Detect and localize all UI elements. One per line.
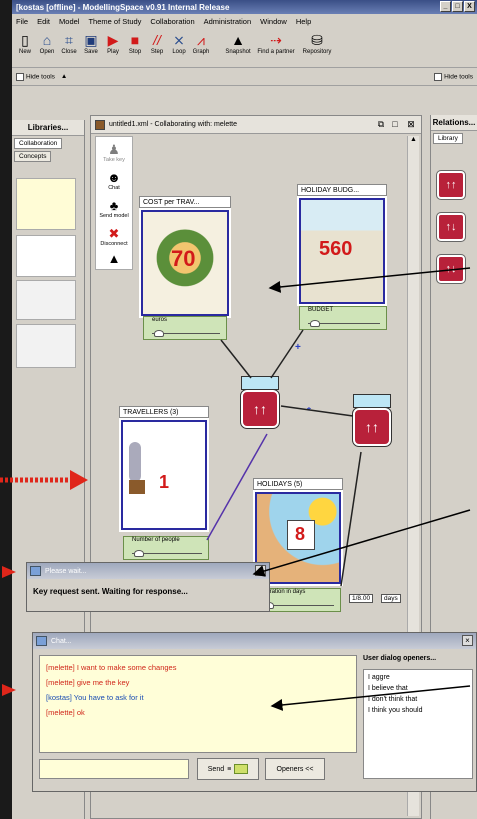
relation-item[interactable]: ↑↓ [436, 254, 466, 284]
save-button[interactable]: ▣ Save [82, 31, 100, 56]
graph-icon: ⩘ [197, 31, 205, 48]
libraries-title: Libraries... [12, 120, 84, 136]
chat-message: [kostas] You have to ask for it [46, 693, 144, 702]
relation-line[interactable] [206, 433, 268, 541]
chat-window: Chat... × [melette] I want to make some c… [32, 632, 477, 792]
graph-button[interactable]: ⩘ Graph [192, 31, 210, 56]
opener-item[interactable]: I think you should [368, 705, 468, 716]
relation-item[interactable]: ↑↓ [436, 212, 466, 242]
snapshot-button[interactable]: ▲ Snapshot [224, 31, 252, 55]
close-file-icon: ⌗ [65, 31, 73, 48]
send-button[interactable]: Send ≡ [197, 758, 259, 780]
menu-help[interactable]: Help [296, 17, 311, 26]
dialog-icon [30, 566, 41, 576]
tools-strip: Hide tools ▲ Hide tools [12, 68, 477, 86]
libraries-tabs: Collaboration Concepts [12, 136, 84, 164]
library-item[interactable] [16, 324, 76, 368]
relations-title: Relations... [431, 115, 477, 131]
title-bar: [kostas [offline] - ModellingSpace v0.91… [12, 0, 477, 14]
play-icon: ▶ [107, 31, 119, 48]
find-partner-button[interactable]: ⇢ Find a partner [256, 31, 296, 56]
opener-item[interactable]: I don't think that [368, 694, 468, 705]
window-title: [kostas [offline] - ModellingSpace v0.91… [16, 2, 230, 12]
new-button[interactable]: ▯ New [16, 31, 34, 56]
app-window: [kostas [offline] - ModellingSpace v0.91… [12, 0, 477, 819]
find-partner-icon: ⇢ [270, 31, 282, 48]
repository-icon: ⛁ [311, 31, 323, 48]
loop-icon: ⨯ [173, 31, 185, 48]
play-button[interactable]: ▶ Play [104, 31, 122, 56]
step-button[interactable]: //Step [148, 31, 166, 55]
chat-icon [36, 636, 47, 646]
relation-line[interactable] [280, 405, 354, 417]
relation-line[interactable] [270, 329, 304, 379]
open-icon: ⌂ [42, 32, 52, 48]
maximize-button[interactable]: □ [452, 1, 463, 12]
new-icon: ▯ [21, 31, 29, 48]
toolbar: ▯ New ⌂ Open ⌗ Close ▣ Save ▶ Play ■ Stop //St… [12, 28, 477, 68]
relation-item[interactable]: ↑↑ [436, 170, 466, 200]
opener-item[interactable]: I aggre [368, 672, 468, 683]
menu-model[interactable]: Model [59, 17, 79, 26]
menu-edit[interactable]: Edit [37, 17, 50, 26]
minimize-button[interactable]: _ [440, 1, 451, 12]
menu-theme-of-study[interactable]: Theme of Study [88, 17, 141, 26]
openers-list: I aggre I believe that I don't think tha… [363, 669, 473, 779]
chat-message: [melette] give me the key [46, 678, 130, 687]
library-item[interactable] [16, 178, 76, 230]
menu-bar: File Edit Model Theme of Study Collabora… [12, 14, 477, 28]
library-item[interactable] [16, 280, 76, 320]
chat-title: Chat... [51, 637, 72, 645]
save-icon: ▣ [84, 31, 98, 48]
format-icon: ≡ [227, 765, 232, 773]
openers-toggle-button[interactable]: Openers << [265, 758, 325, 780]
snapshot-icon: ▲ [231, 32, 245, 48]
window-controls: _ □ X [440, 1, 475, 12]
dialog-openers-panel: User dialog openers... I aggre I believe… [363, 655, 473, 779]
library-item[interactable] [16, 235, 76, 277]
relation-line[interactable] [340, 451, 362, 587]
key-request-message: Key request sent. Waiting for response..… [33, 587, 188, 596]
hide-tools-toggle[interactable]: Hide tools [16, 72, 55, 81]
opener-item[interactable]: I believe that [368, 683, 468, 694]
loop-button[interactable]: ⨯ Loop [170, 31, 188, 56]
chat-log: [melette] I want to make some changes [m… [39, 655, 357, 753]
key-dialog-title: Please wait... [45, 567, 87, 575]
menu-file[interactable]: File [16, 17, 28, 26]
mail-icon [234, 764, 249, 774]
close-file-button[interactable]: ⌗ Close [60, 31, 78, 56]
chat-message: [melette] ok [46, 708, 85, 717]
close-window-button[interactable]: X [464, 1, 475, 12]
chat-message: [melette] I want to make some changes [46, 663, 177, 672]
close-dialog-button[interactable]: × [255, 565, 266, 576]
tab-collaboration[interactable]: Collaboration [14, 138, 63, 149]
tab-concepts[interactable]: Concepts [14, 151, 52, 162]
relation-line[interactable] [220, 339, 252, 379]
chat-input[interactable] [39, 759, 189, 779]
stop-icon: ■ [130, 32, 140, 48]
hide-tools-toggle-right[interactable]: Hide tools [434, 72, 473, 81]
menu-window[interactable]: Window [260, 17, 287, 26]
hide-tools-checkbox-right[interactable] [434, 72, 443, 81]
collapse-arrow-icon[interactable]: ▲ [61, 73, 67, 80]
step-icon: // [153, 32, 161, 48]
close-chat-button[interactable]: × [462, 635, 473, 646]
relations-tabs: Library [431, 131, 477, 146]
tab-library[interactable]: Library [433, 133, 463, 144]
stop-button[interactable]: ■ Stop [126, 31, 144, 55]
repository-button[interactable]: ⛁ Repository [300, 31, 334, 56]
menu-collaboration[interactable]: Collaboration [150, 17, 194, 26]
menu-administration[interactable]: Administration [204, 17, 252, 26]
key-request-dialog: Please wait... × Key request sent. Waitin… [26, 562, 270, 612]
openers-title: User dialog openers... [363, 655, 437, 662]
hide-tools-checkbox[interactable] [16, 72, 24, 81]
open-button[interactable]: ⌂ Open [38, 31, 56, 55]
